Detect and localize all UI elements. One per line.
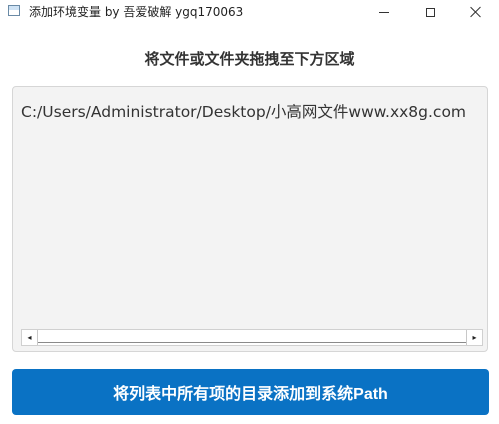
scroll-left-icon[interactable]: ◂ [22, 330, 38, 345]
add-to-path-button[interactable]: 将列表中所有项的目录添加到系统Path [12, 369, 489, 415]
scroll-thumb[interactable] [38, 332, 466, 343]
maximize-icon [425, 7, 435, 17]
close-icon [470, 6, 482, 18]
minimize-button[interactable] [361, 0, 407, 24]
drop-zone-list[interactable]: C:/Users/Administrator/Desktop/小高网文件www.… [12, 86, 488, 352]
horizontal-scrollbar[interactable]: ◂ ▸ [21, 329, 483, 346]
maximize-button[interactable] [407, 0, 453, 24]
close-button[interactable] [453, 0, 499, 24]
minimize-icon [379, 11, 389, 13]
page-heading: 将文件或文件夹拖拽至下方区域 [144, 50, 355, 68]
scroll-right-icon[interactable]: ▸ [466, 330, 482, 345]
app-window-icon [8, 5, 20, 16]
scroll-track[interactable] [38, 332, 466, 343]
list-item[interactable]: C:/Users/Administrator/Desktop/小高网文件www.… [21, 101, 466, 123]
window-title: 添加环境变量 by 吾爱破解 ygq170063 [29, 5, 244, 19]
title-bar[interactable]: 添加环境变量 by 吾爱破解 ygq170063 [0, 0, 499, 24]
